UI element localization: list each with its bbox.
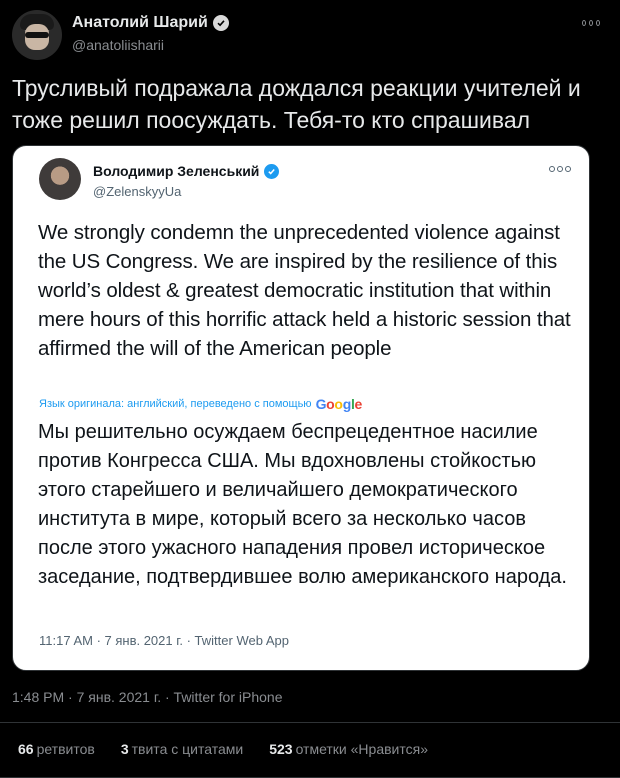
- likes-stat[interactable]: 523 отметки «Нравится»: [269, 741, 428, 757]
- quoted-translated-text: Мы решительно осуждаем беспрецедентное н…: [38, 421, 567, 588]
- quotes-label: твита с цитатами: [131, 741, 244, 757]
- quoted-author-name[interactable]: Володимир Зеленський: [93, 163, 259, 179]
- engagement-stats: 66 ретвитов 3 твита с цитатами 523 отметки …: [18, 741, 428, 757]
- translation-note-text: Язык оригинала: английский, переведено с…: [39, 398, 312, 410]
- author-name-row: Анатолий Шарий: [72, 14, 229, 32]
- quoted-tweet-text: We strongly condemn the unprecedented vi…: [38, 221, 571, 360]
- retweets-label: ретвитов: [36, 741, 95, 757]
- tweet-text: Трусливый подражала дождался реакции учи…: [12, 75, 581, 133]
- quoted-author-handle[interactable]: @ZelenskyyUa: [93, 184, 181, 199]
- retweets-stat[interactable]: 66 ретвитов: [18, 741, 95, 757]
- quoted-tweet-card[interactable]: Володимир Зеленський @ZelenskyyUa We str…: [12, 145, 590, 671]
- author-avatar[interactable]: [12, 10, 62, 60]
- google-logo: Google: [315, 396, 363, 412]
- tweet-timestamp[interactable]: 1:48 PM · 7 янв. 2021 г. · Twitter for i…: [12, 689, 282, 705]
- quoted-timestamp[interactable]: 11:17 AM · 7 янв. 2021 г. · Twitter Web …: [39, 633, 289, 648]
- likes-label: отметки «Нравится»: [295, 741, 428, 757]
- divider: [0, 722, 620, 723]
- quoted-more-options-icon[interactable]: [549, 166, 571, 172]
- retweets-count: 66: [18, 741, 34, 757]
- quotes-stat[interactable]: 3 твита с цитатами: [121, 741, 243, 757]
- author-name[interactable]: Анатолий Шарий: [72, 14, 208, 32]
- quoted-verified-icon: [264, 163, 280, 179]
- more-options-icon[interactable]: [582, 18, 600, 28]
- tweet-header: Анатолий Шарий @anatoliisharii: [12, 10, 608, 66]
- translation-note[interactable]: Язык оригинала: английский, переведено с…: [39, 396, 362, 412]
- quoted-author-name-row: Володимир Зеленський: [93, 163, 280, 179]
- likes-count: 523: [269, 741, 293, 757]
- author-handle[interactable]: @anatoliisharii: [72, 37, 164, 53]
- quotes-count: 3: [120, 741, 129, 757]
- quoted-author-avatar[interactable]: [39, 158, 81, 200]
- verified-icon: [212, 15, 229, 31]
